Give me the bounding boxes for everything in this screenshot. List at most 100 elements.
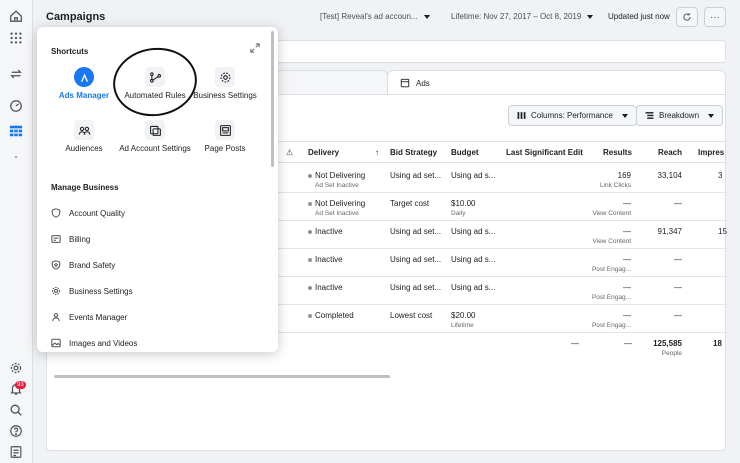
refresh-icon bbox=[683, 12, 691, 21]
total-reach: 125,585 People bbox=[653, 339, 682, 357]
speedometer-icon[interactable] bbox=[8, 98, 24, 114]
tab-ad-sets[interactable] bbox=[276, 70, 388, 95]
total-impressions: 18 bbox=[713, 339, 722, 348]
reach: — bbox=[674, 199, 682, 208]
grid-menu-icon[interactable] bbox=[8, 30, 24, 46]
menu-events-manager[interactable]: Events Manager bbox=[51, 310, 127, 324]
bid-strategy: Lowest cost bbox=[390, 311, 433, 320]
breakdown-icon bbox=[645, 112, 654, 119]
results: — Post Engag... bbox=[591, 283, 631, 301]
refresh-button[interactable] bbox=[676, 7, 698, 27]
chevron-down-icon bbox=[621, 113, 628, 118]
left-nav-rail: 93 bbox=[0, 0, 33, 463]
reach: — bbox=[674, 311, 682, 320]
col-delivery[interactable]: Delivery bbox=[308, 148, 339, 157]
bid-strategy: Using ad set... bbox=[390, 283, 442, 292]
col-budget[interactable]: Budget bbox=[451, 148, 479, 157]
more-options-button[interactable]: ··· bbox=[704, 7, 726, 27]
audiences-icon bbox=[74, 120, 94, 140]
col-reach[interactable]: Reach bbox=[658, 148, 682, 157]
menu-business-settings[interactable]: Business Settings bbox=[51, 284, 133, 298]
chevron-down-icon bbox=[423, 14, 430, 19]
search-icon[interactable] bbox=[8, 402, 24, 418]
ads-manager-icon bbox=[74, 67, 94, 87]
results: 169 Link Clicks bbox=[599, 171, 631, 189]
tab-ads-label: Ads bbox=[416, 78, 430, 88]
popover-scrollbar[interactable] bbox=[271, 31, 274, 167]
page-posts-icon bbox=[215, 120, 235, 140]
total-last-edit: — bbox=[571, 339, 579, 348]
brand-safety-icon bbox=[51, 260, 61, 270]
shortcuts-title: Shortcuts bbox=[51, 47, 89, 56]
image-icon bbox=[51, 338, 61, 348]
menu-billing[interactable]: Billing bbox=[51, 232, 90, 246]
gear-icon bbox=[215, 67, 235, 87]
delivery-status: Inactive bbox=[308, 227, 343, 238]
budget: Using ad s... bbox=[451, 283, 496, 292]
delivery-status: Not Delivering Ad Set Inactive bbox=[308, 171, 365, 189]
bid-strategy: Using ad set... bbox=[390, 227, 442, 236]
gear-icon bbox=[52, 287, 60, 295]
events-manager-icon bbox=[52, 313, 60, 322]
reach: — bbox=[674, 283, 682, 292]
billing-icon bbox=[51, 235, 61, 243]
chevron-down-icon bbox=[587, 14, 594, 19]
col-bid-strategy[interactable]: Bid Strategy bbox=[390, 148, 437, 157]
total-results: — bbox=[624, 339, 632, 348]
table-view-icon[interactable] bbox=[8, 123, 24, 139]
help-icon[interactable] bbox=[8, 423, 24, 439]
reach: — bbox=[674, 255, 682, 264]
shortcuts-popover: Shortcuts Ads Manager Automated Rules Bu… bbox=[37, 27, 278, 352]
menu-account-quality[interactable]: Account Quality bbox=[51, 206, 125, 220]
budget: Using ad s... bbox=[451, 255, 496, 264]
shortcut-page-posts[interactable]: Page Posts bbox=[183, 120, 267, 153]
results: — View Content bbox=[592, 227, 631, 245]
delivery-status: Completed bbox=[308, 311, 354, 322]
impressions: 15 bbox=[718, 227, 727, 236]
results: — Post Engag... bbox=[591, 311, 631, 329]
bid-strategy: Target cost bbox=[390, 199, 430, 208]
delivery-status: Not Delivering Ad Set Inactive bbox=[308, 199, 365, 217]
impressions: 3 bbox=[718, 171, 723, 180]
account-selector[interactable]: [Test] Reveal's ad accoun... bbox=[320, 12, 430, 21]
delivery-status: Inactive bbox=[308, 255, 343, 266]
bid-strategy: Using ad set... bbox=[390, 171, 442, 180]
menu-brand-safety[interactable]: Brand Safety bbox=[51, 258, 115, 272]
chevron-down-icon bbox=[708, 113, 715, 118]
updated-status: Updated just now bbox=[608, 12, 670, 21]
reach: 33,104 bbox=[657, 171, 682, 180]
col-results[interactable]: Results bbox=[603, 148, 632, 157]
report-icon[interactable] bbox=[8, 444, 24, 460]
ad-account-settings-icon bbox=[145, 120, 165, 140]
col-impressions[interactable]: Impres bbox=[698, 148, 724, 157]
budget: $20.00 Lifetime bbox=[451, 311, 476, 329]
manage-business-title: Manage Business bbox=[51, 183, 119, 192]
budget: $10.00 Daily bbox=[451, 199, 476, 217]
reach: 91,347 bbox=[657, 227, 682, 236]
gear-icon[interactable] bbox=[8, 360, 24, 376]
bid-strategy: Using ad set... bbox=[390, 255, 442, 264]
ad-icon bbox=[400, 78, 410, 88]
breakdown-button[interactable]: Breakdown bbox=[636, 105, 724, 126]
results: — Post Engag... bbox=[591, 255, 631, 273]
shield-icon bbox=[51, 208, 61, 218]
notification-badge: 93 bbox=[15, 381, 26, 389]
columns-icon bbox=[517, 112, 526, 119]
budget: Using ad s... bbox=[451, 227, 496, 236]
expand-icon[interactable] bbox=[250, 43, 260, 53]
horizontal-scrollbar[interactable] bbox=[54, 375, 390, 378]
date-range-selector[interactable]: Lifetime: Nov 27, 2017 – Oct 8, 2019 bbox=[451, 12, 594, 21]
delivery-status: Inactive bbox=[308, 283, 343, 294]
switch-arrows-icon[interactable] bbox=[8, 66, 24, 82]
col-last-edit[interactable]: Last Significant Edit bbox=[506, 148, 583, 157]
home-icon[interactable] bbox=[8, 8, 24, 24]
columns-button[interactable]: Columns: Performance bbox=[508, 105, 637, 126]
rail-separator-dot bbox=[15, 156, 17, 158]
menu-images-and-videos[interactable]: Images and Videos bbox=[51, 336, 137, 350]
page-title: Campaigns bbox=[46, 11, 106, 23]
budget: Using ad s... bbox=[451, 171, 496, 180]
results: — View Content bbox=[592, 199, 631, 217]
sort-arrow-icon[interactable]: ↑ bbox=[375, 148, 379, 157]
tab-ads[interactable]: Ads bbox=[387, 70, 726, 95]
warning-icon: ⚠ bbox=[286, 148, 294, 157]
